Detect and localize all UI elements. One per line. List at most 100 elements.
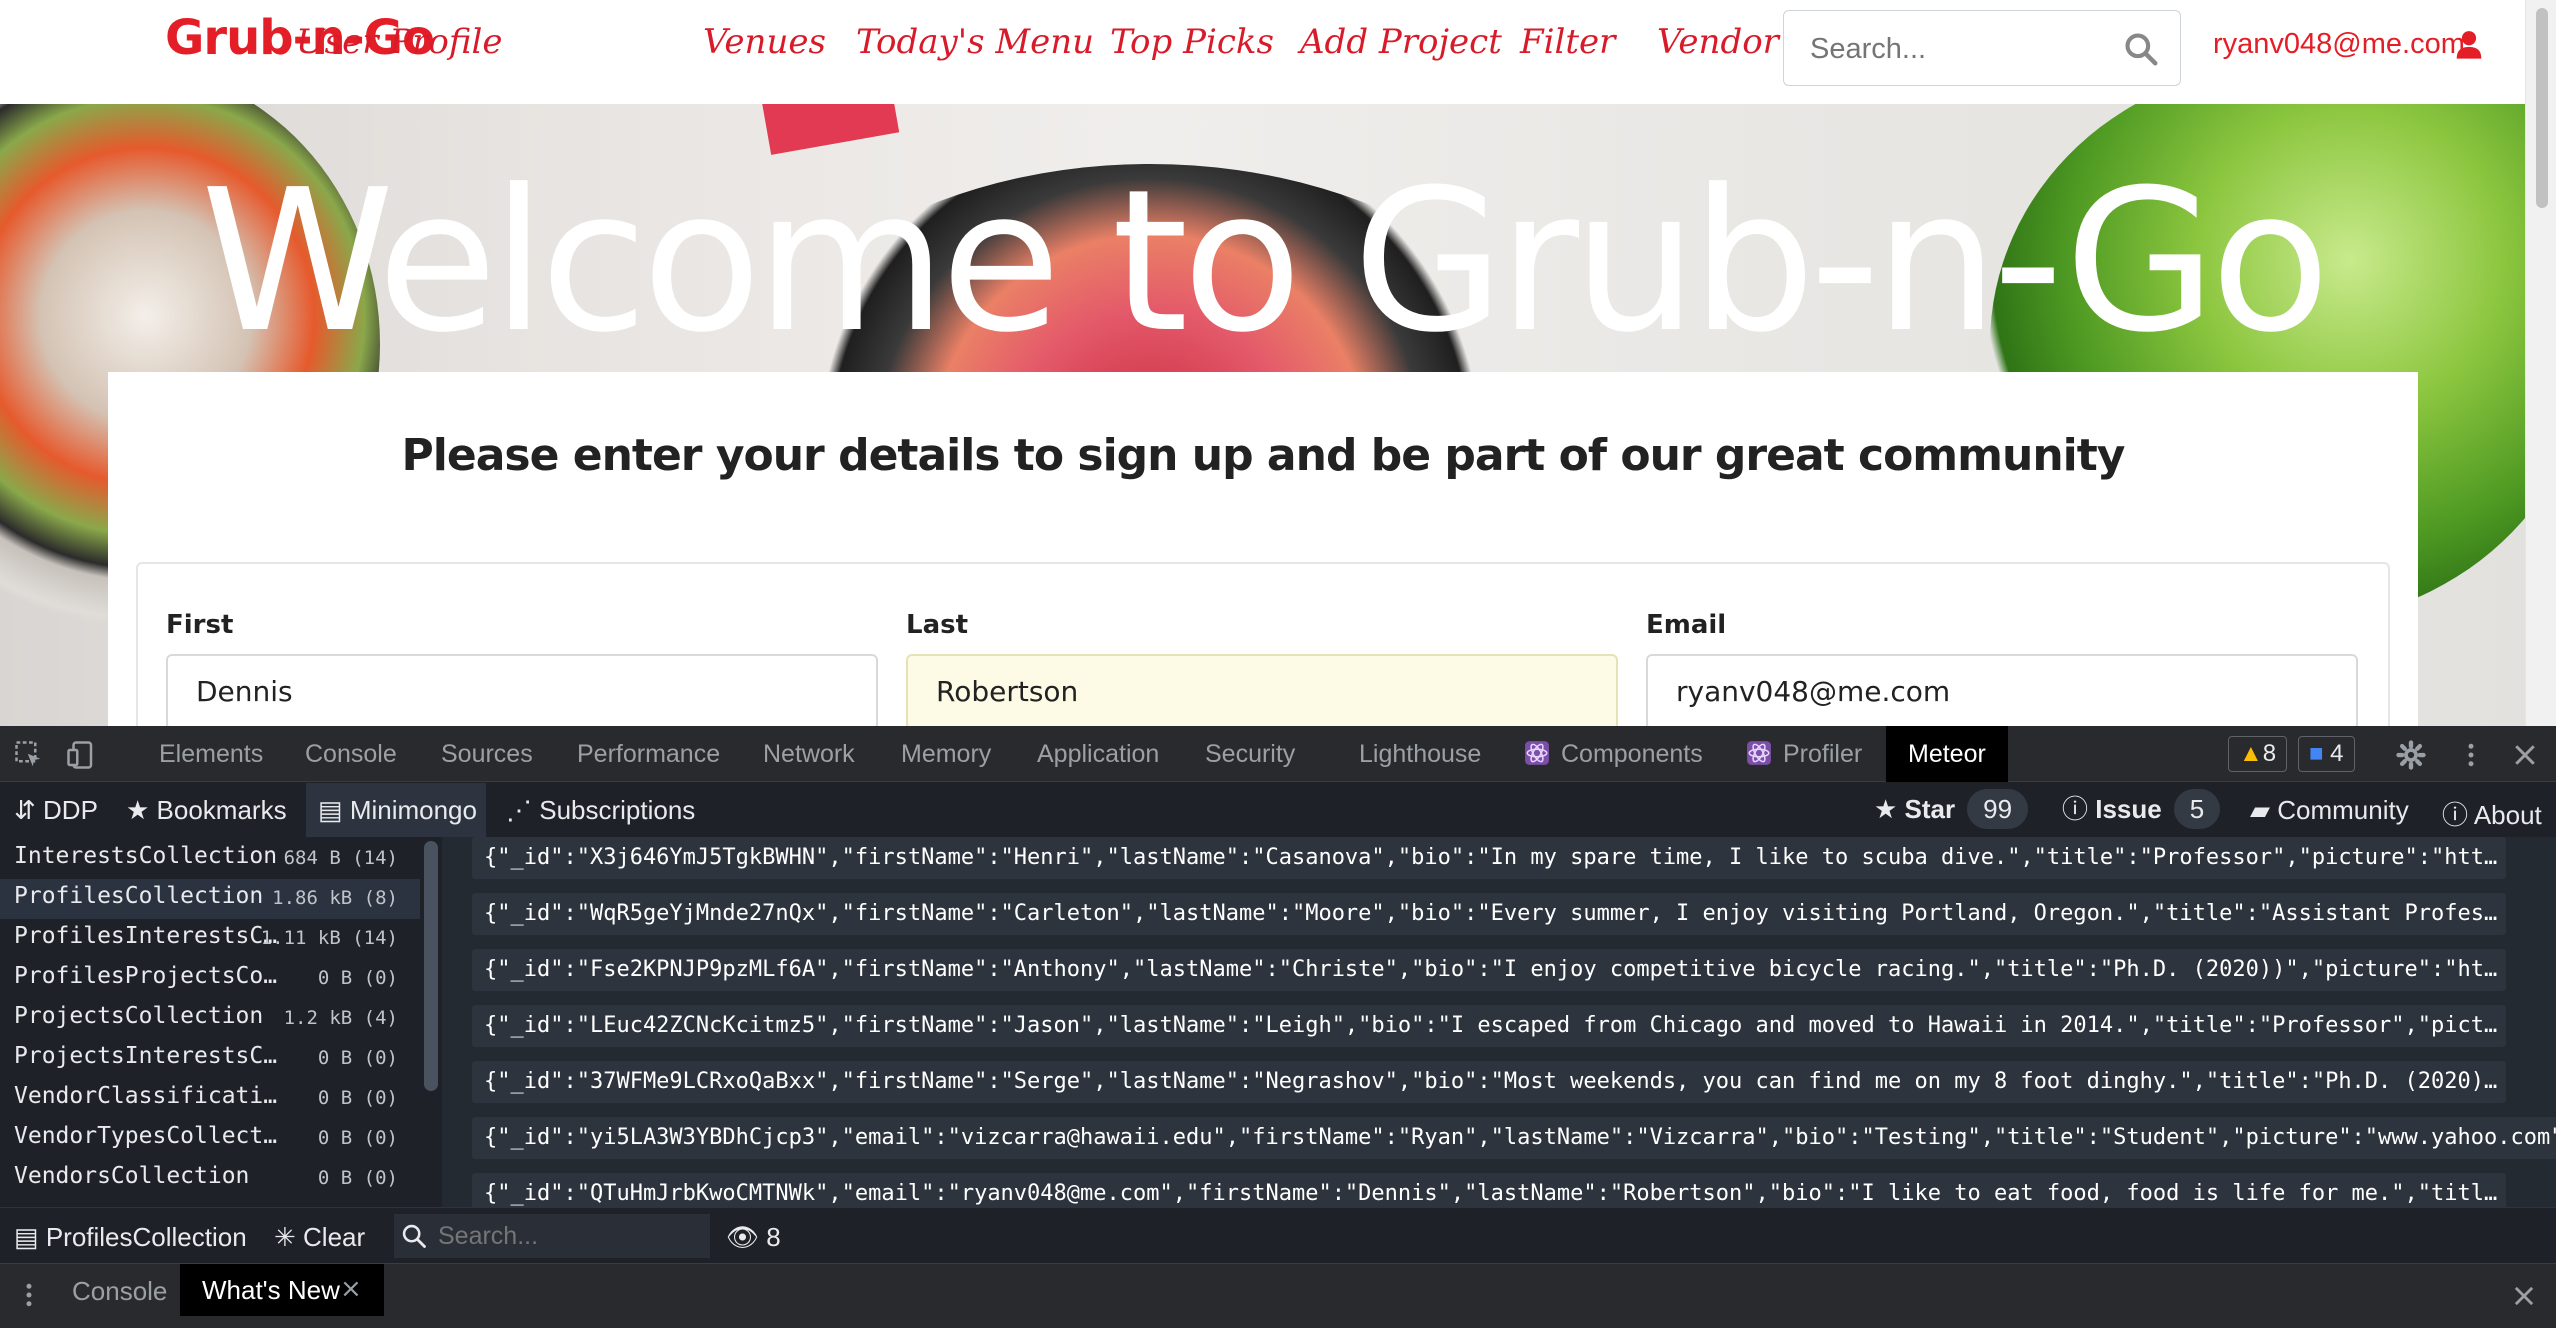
more-options-icon[interactable] — [2456, 740, 2486, 770]
database-icon: ▤ — [14, 1222, 39, 1252]
devtools-drawer: Console What's New × — [0, 1263, 2556, 1328]
first-name-field[interactable]: Dennis — [166, 654, 878, 726]
collection-item[interactable]: ProfilesInterestsCol… 1.11 kB (14) — [0, 919, 420, 959]
last-name-field[interactable]: Robertson — [906, 654, 1618, 726]
community-link[interactable]: ▰ Community — [2250, 795, 2409, 826]
tab-profiler[interactable]: Profiler — [1783, 740, 1862, 769]
document-row[interactable]: {"_id":"37WFMe9LCRxoQaBxx","firstName":"… — [472, 1061, 2506, 1103]
tab-network[interactable]: Network — [763, 740, 855, 769]
collection-name: ProjectsInterestsCollect… — [14, 1043, 284, 1069]
tab-lighthouse[interactable]: Lighthouse — [1359, 740, 1481, 769]
about-link[interactable]: ⓘ About — [2442, 795, 2542, 832]
ddp-icon: ⇵ — [14, 795, 36, 825]
drawer-tab-whats-new-label: What's New — [202, 1275, 340, 1305]
github-star-button[interactable]: ★ Star 99 — [1874, 789, 2029, 829]
collection-item[interactable]: VendorTypesCollection 0 B (0) — [0, 1119, 420, 1159]
document-row[interactable]: {"_id":"LEuc42ZCNcKcitmz5","firstName":"… — [472, 1005, 2506, 1047]
tab-security[interactable]: Security — [1205, 740, 1295, 769]
eye-icon: 👁 — [726, 1222, 760, 1252]
tab-application[interactable]: Application — [1037, 740, 1159, 769]
last-name-label: Last — [906, 610, 969, 640]
collection-size: 1.11 kB (14) — [260, 927, 398, 949]
nav-todays-menu[interactable]: Today's Menu — [856, 22, 1094, 62]
chat-icon: ▰ — [2250, 795, 2270, 825]
collection-item-active[interactable]: ProfilesCollection 1.86 kB (8) — [0, 879, 420, 919]
collection-name: ProfilesProjectsCollection — [14, 963, 284, 989]
device-toolbar-icon[interactable] — [66, 740, 96, 770]
clear-label: Clear — [303, 1222, 366, 1252]
devtools-tabbar: Elements Console Sources Performance Net… — [0, 726, 2556, 782]
nav-top-picks[interactable]: Top Picks — [1110, 22, 1274, 62]
documents-search-input[interactable] — [438, 1220, 688, 1252]
document-row[interactable]: {"_id":"yi5LA3W3YBDhCjcp3","email":"vizc… — [472, 1117, 2556, 1159]
meteor-tab-subscriptions[interactable]: ⋰ Subscriptions — [506, 795, 695, 826]
navbar-search — [1783, 10, 2181, 86]
hero-title: Welcome to Grub-n-Go — [200, 148, 2331, 376]
warnings-badge[interactable]: ▲8 — [2228, 736, 2288, 772]
window-scrollbar[interactable] — [2525, 0, 2556, 726]
collection-size: 1.86 kB (8) — [272, 887, 398, 909]
signup-card: Please enter your details to sign up and… — [108, 372, 2418, 726]
collection-item[interactable]: VendorsCollection 0 B (0) — [0, 1159, 420, 1199]
meteor-tab-bookmarks[interactable]: ★ Bookmarks — [126, 795, 287, 826]
collection-size: 684 B (14) — [283, 847, 398, 869]
document-row[interactable]: {"_id":"QTuHmJrbKwoCMTNWk","email":"ryan… — [472, 1173, 2506, 1207]
nav-vendor[interactable]: Vendor — [1657, 22, 1779, 62]
window-scrollbar-thumb[interactable] — [2536, 8, 2548, 208]
close-drawer-icon[interactable] — [2510, 1282, 2538, 1310]
messages-count: 4 — [2330, 740, 2344, 767]
nav-user-profile[interactable]: User Profile — [296, 22, 503, 62]
collection-item[interactable]: ProfilesProjectsCollection 0 B (0) — [0, 959, 420, 999]
collection-item[interactable]: ProjectsInterestsCollect… 0 B (0) — [0, 1039, 420, 1079]
collections-list: InterestsCollection 684 B (14) ProfilesC… — [0, 837, 420, 1207]
tab-console[interactable]: Console — [305, 740, 397, 769]
document-row[interactable]: {"_id":"Fse2KPNJP9pzMLf6A","firstName":"… — [472, 949, 2506, 991]
close-tab-icon[interactable]: × — [340, 1274, 362, 1304]
community-label: Community — [2277, 795, 2409, 825]
clear-button[interactable]: ✳ Clear — [274, 1222, 365, 1253]
drawer-menu-icon[interactable] — [14, 1280, 44, 1310]
collections-scrollbar-thumb[interactable] — [424, 841, 438, 1091]
collections-scrollbar[interactable] — [420, 837, 442, 1207]
document-row[interactable]: {"_id":"WqR5geYjMnde27nQx","firstName":"… — [472, 893, 2506, 935]
email-field[interactable]: ryanv048@me.com — [1646, 654, 2358, 726]
collection-item[interactable]: VendorClassificationsCol… 0 B (0) — [0, 1079, 420, 1119]
tab-elements[interactable]: Elements — [159, 740, 263, 769]
issue-count: 5 — [2173, 789, 2221, 829]
document-count: 👁 8 — [726, 1222, 781, 1253]
document-row[interactable]: {"_id":"X3j646YmJ5TgkBWHN","firstName":"… — [472, 837, 2506, 879]
tab-memory[interactable]: Memory — [901, 740, 991, 769]
meteor-tab-subscriptions-label: Subscriptions — [539, 795, 696, 825]
email-label: Email — [1646, 610, 1727, 640]
issue-label: Issue — [2095, 794, 2162, 824]
warning-icon: ▲ — [2239, 740, 2263, 767]
nav-filter[interactable]: Filter — [1520, 22, 1615, 62]
inspect-element-icon[interactable] — [14, 740, 44, 770]
collection-item[interactable]: ProjectsCollection 1.2 kB (4) — [0, 999, 420, 1039]
collection-item[interactable]: InterestsCollection 684 B (14) — [0, 839, 420, 879]
collection-name: ProfilesCollection — [14, 883, 264, 909]
drawer-tab-console[interactable]: Console — [72, 1276, 167, 1307]
tab-performance[interactable]: Performance — [577, 740, 720, 769]
nav-venues[interactable]: Venues — [703, 22, 826, 62]
user-menu-email[interactable]: ryanv048@me.com — [2213, 28, 2465, 61]
collection-size: 0 B (0) — [317, 967, 398, 989]
meteor-tab-minimongo[interactable]: ▤ Minimongo — [318, 795, 477, 826]
nav-add-project[interactable]: Add Project — [1300, 22, 1502, 62]
tab-sources[interactable]: Sources — [441, 740, 533, 769]
tab-components[interactable]: Components — [1561, 740, 1703, 769]
star-icon: ★ — [126, 795, 150, 825]
collection-size: 0 B (0) — [317, 1087, 398, 1109]
collection-size: 0 B (0) — [317, 1127, 398, 1149]
close-devtools-icon[interactable] — [2510, 740, 2540, 770]
navbar-search-input[interactable] — [1810, 29, 2110, 69]
documents-list: {"_id":"X3j646YmJ5TgkBWHN","firstName":"… — [442, 837, 2556, 1207]
user-icon[interactable] — [2455, 30, 2483, 60]
meteor-tab-ddp[interactable]: ⇵ DDP — [14, 795, 98, 826]
search-icon[interactable] — [2122, 30, 2160, 68]
messages-badge[interactable]: ■ 4 — [2298, 736, 2355, 772]
warnings-count: 8 — [2262, 740, 2277, 767]
github-issue-button[interactable]: ⓘ Issue 5 — [2062, 789, 2221, 829]
tab-meteor[interactable]: Meteor — [1886, 726, 2008, 782]
settings-gear-icon[interactable] — [2396, 740, 2426, 770]
